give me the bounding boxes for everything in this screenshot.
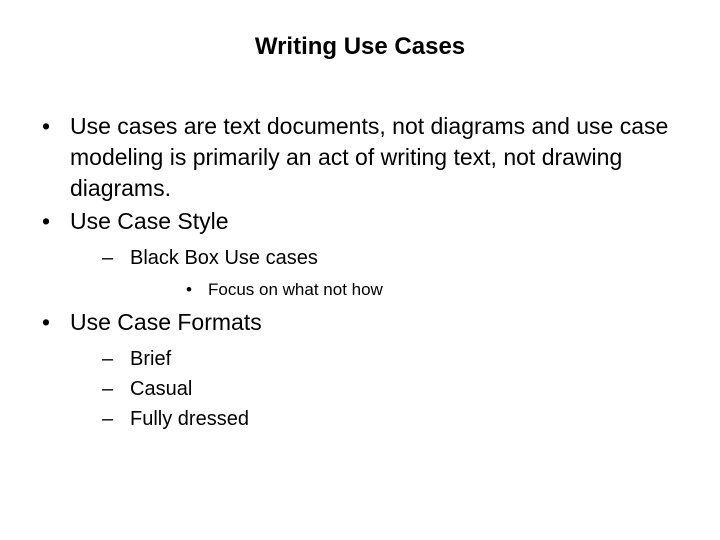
list-item: Brief xyxy=(70,344,690,374)
list-item: Use cases are text documents, not diagra… xyxy=(30,111,690,204)
list-item: Focus on what not how xyxy=(130,277,690,303)
sub-sub-list: Focus on what not how xyxy=(130,277,690,303)
list-item-text: Use Case Formats xyxy=(70,309,262,335)
list-item-text: Use Case Style xyxy=(70,208,229,234)
list-item: Black Box Use cases Focus on what not ho… xyxy=(70,243,690,303)
list-item: Use Case Style Black Box Use cases Focus… xyxy=(30,206,690,303)
list-item-text: Black Box Use cases xyxy=(130,247,318,269)
sub-list: Black Box Use cases Focus on what not ho… xyxy=(70,243,690,303)
list-item: Use Case Formats Brief Casual Fully dres… xyxy=(30,307,690,434)
list-item: Casual xyxy=(70,374,690,404)
sub-list: Brief Casual Fully dressed xyxy=(70,344,690,434)
bullet-list: Use cases are text documents, not diagra… xyxy=(30,111,690,434)
list-item: Fully dressed xyxy=(70,404,690,434)
slide-title: Writing Use Cases xyxy=(30,33,690,61)
